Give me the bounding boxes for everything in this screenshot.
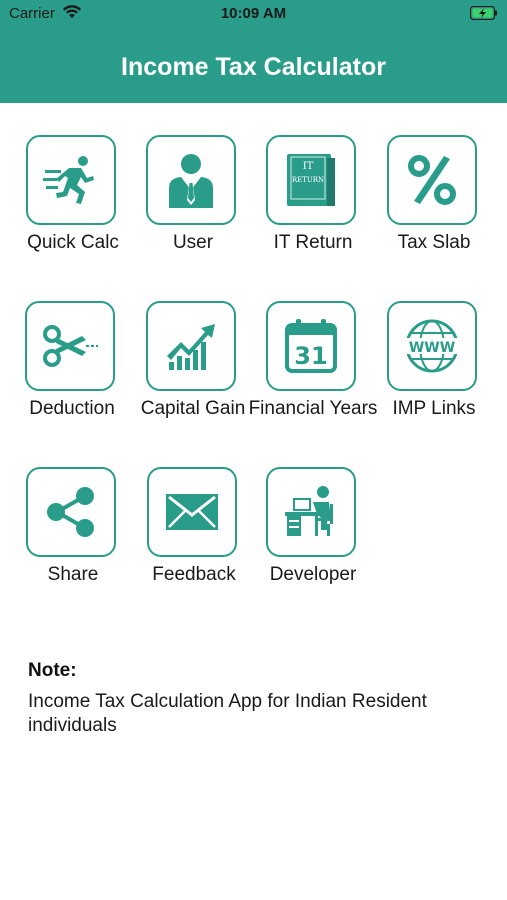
page-title: Income Tax Calculator	[121, 53, 386, 81]
globe-icon-www: WWW	[409, 340, 455, 356]
tile-capital-gain[interactable]: Capital Gain	[133, 301, 253, 451]
tile-tax-slab-label: Tax Slab	[397, 232, 471, 253]
tile-financial-years-box[interactable]: 31	[266, 301, 356, 391]
status-bar: Carrier 10:09 AM	[0, 0, 507, 26]
tile-quick-calc-box[interactable]	[26, 135, 116, 225]
tile-tax-slab[interactable]: Tax Slab	[374, 135, 494, 285]
tile-it-return-label: IT Return	[273, 232, 353, 253]
tile-deduction[interactable]: Deduction	[12, 301, 132, 451]
tile-developer-label: Developer	[269, 564, 357, 585]
tile-capital-gain-box[interactable]	[146, 301, 236, 391]
tile-share-box[interactable]	[26, 467, 116, 557]
tile-financial-years-label: Financial Years	[248, 398, 378, 419]
tile-user-box[interactable]	[146, 135, 236, 225]
tile-developer-box[interactable]	[266, 467, 356, 557]
note-text: Income Tax Calculation App for Indian Re…	[28, 691, 427, 736]
battery-charging-icon	[470, 6, 497, 20]
tile-quick-calc[interactable]: Quick Calc	[13, 135, 133, 285]
tile-capital-gain-label: Capital Gain	[140, 398, 246, 419]
note-title: Note:	[28, 660, 77, 681]
tile-user[interactable]: User	[133, 135, 253, 285]
tile-deduction-label: Deduction	[29, 398, 115, 419]
developer-desk-icon	[285, 486, 333, 536]
globe-www-icon: WWW	[404, 319, 460, 373]
scissors-icon	[43, 325, 98, 367]
tile-share[interactable]: Share	[13, 467, 133, 617]
it-return-icon-line1: IT	[303, 161, 314, 172]
calendar-icon: 31	[285, 319, 337, 373]
it-return-icon-line2: RETURN	[292, 176, 324, 184]
calendar-icon-day: 31	[294, 342, 327, 370]
clock: 10:09 AM	[220, 5, 287, 22]
user-icon	[169, 154, 213, 208]
tile-imp-links-label: IMP Links	[392, 398, 476, 419]
tile-developer[interactable]: Developer	[253, 467, 373, 617]
share-icon	[47, 487, 94, 537]
percent-icon	[408, 155, 456, 205]
tile-quick-calc-label: Quick Calc	[27, 232, 119, 253]
it-return-book-icon: IT RETURN	[287, 154, 335, 206]
growth-chart-icon	[167, 324, 215, 370]
tile-it-return[interactable]: IT RETURN IT Return	[253, 135, 373, 285]
tile-feedback-box[interactable]	[147, 467, 237, 557]
tile-imp-links-box[interactable]: WWW	[387, 301, 477, 391]
tile-financial-years[interactable]: 31 Financial Years	[249, 301, 377, 451]
tile-imp-links[interactable]: WWW IMP Links	[374, 301, 494, 451]
tile-feedback[interactable]: Feedback	[134, 467, 254, 617]
envelope-icon	[166, 494, 218, 530]
tile-share-label: Share	[47, 564, 99, 585]
tile-tax-slab-box[interactable]	[387, 135, 477, 225]
tile-deduction-box[interactable]	[25, 301, 115, 391]
tile-user-label: User	[172, 232, 214, 253]
tile-it-return-box[interactable]: IT RETURN	[266, 135, 356, 225]
nav-bar: Income Tax Calculator	[0, 26, 507, 103]
running-man-icon	[43, 156, 94, 204]
